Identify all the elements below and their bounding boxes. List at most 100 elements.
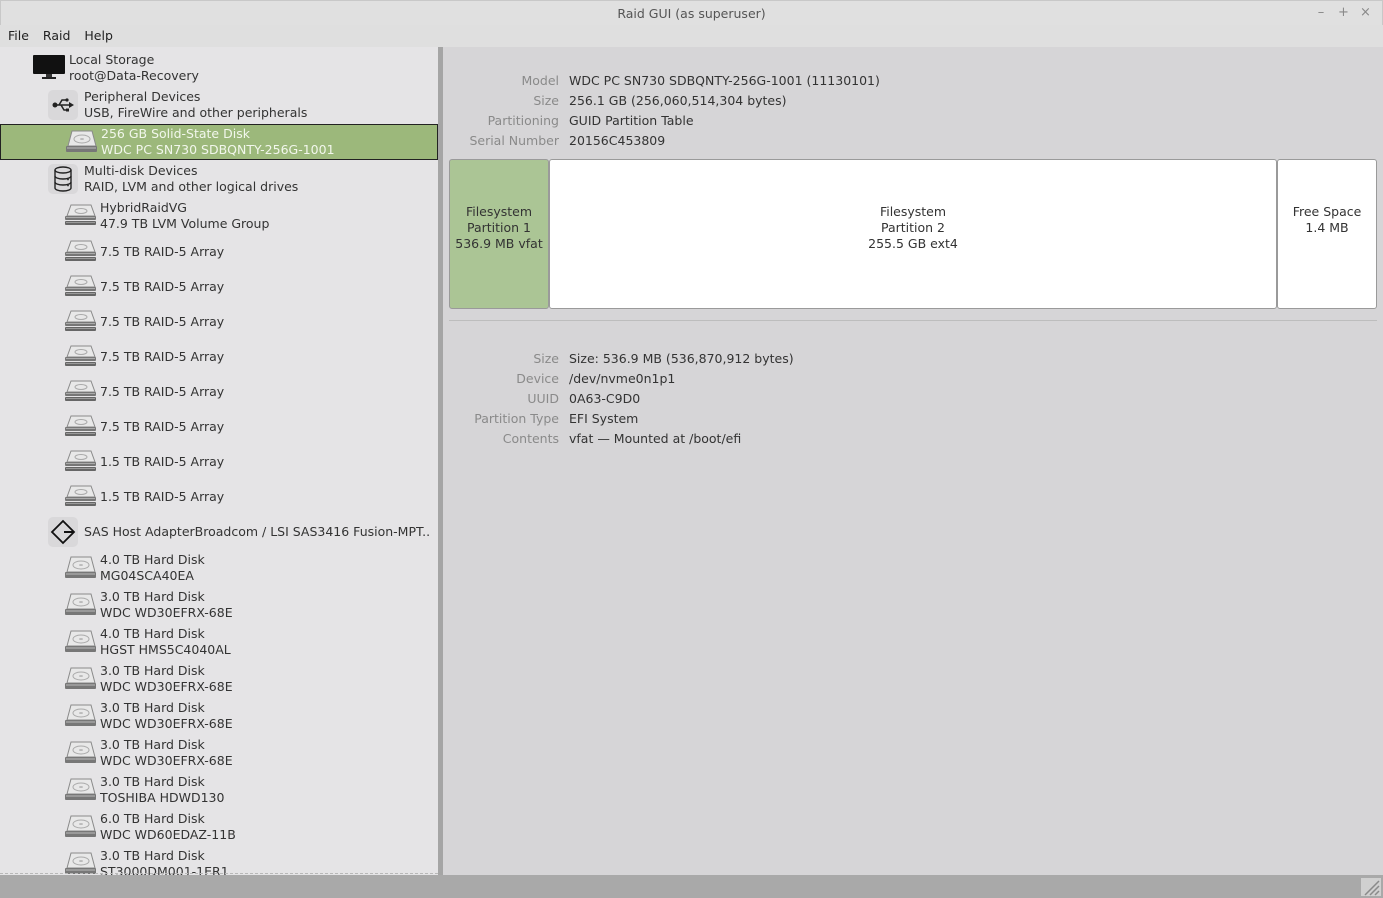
free-space-size: 1.4 MB [1305,220,1349,235]
tree-item[interactable]: 7.5 TB RAID-5 Array [0,307,438,337]
tree-item[interactable]: 1.5 TB RAID-5 Array [0,482,438,512]
tree-item[interactable]: 4.0 TB Hard Disk HGST HMS5C4040AL [0,625,438,659]
volume-ptype-value: EFI System [569,411,639,426]
tree-item[interactable]: 4.0 TB Hard Disk MG04SCA40EA [0,551,438,585]
free-space-block[interactable]: Free Space 1.4 MB [1277,159,1377,309]
tree-item[interactable]: Local Storage root@Data-Recovery [0,51,438,85]
tree-item[interactable]: 256 GB Solid-State Disk WDC PC SN730 SDBQ… [0,124,438,160]
tree-item[interactable]: Peripheral Devices USB, FireWire and othe… [0,88,438,122]
tree-item[interactable]: 7.5 TB RAID-5 Array [0,237,438,267]
tree-item-text: 1.5 TB RAID-5 Array [100,454,224,470]
tree-item-subtitle: 47.9 TB LVM Volume Group [100,216,270,231]
partition-2-block[interactable]: Filesystem Partition 2 255.5 GB ext4 [549,159,1277,309]
partition-1-block[interactable]: Filesystem Partition 1 536.9 MB vfat [449,159,549,309]
tree-item[interactable]: 3.0 TB Hard Disk ST3000DM001-1ER1 [0,847,438,875]
tree-item[interactable]: 3.0 TB Hard Disk WDC WD30EFRX-68E [0,662,438,696]
tree-item[interactable]: HybridRaidVG 47.9 TB LVM Volume Group [0,199,438,233]
tree-item-title: 3.0 TB Hard Disk [100,700,205,715]
tree-item-title: 1.5 TB RAID-5 Array [100,489,225,504]
raid-icon [63,378,100,407]
usb-icon [48,90,84,120]
close-button[interactable]: × [1360,5,1371,20]
raid-icon [63,448,100,477]
partition-1-type: Filesystem [465,204,533,219]
tree-item-text: 7.5 TB RAID-5 Array [100,384,224,400]
tree-item-title: 3.0 TB Hard Disk [100,663,205,678]
drive-serial-value: 20156C453809 [569,133,666,148]
tree-item-subtitle: WDC WD30EFRX-68E [100,753,233,768]
disk-icon [63,776,100,805]
raid-icon [63,308,100,337]
partition-map: Filesystem Partition 1 536.9 MB vfat Fil… [449,159,1377,309]
tree-item-text: 7.5 TB RAID-5 Array [100,279,224,295]
menu-raid[interactable]: Raid [43,25,77,47]
disk-icon [63,813,100,842]
drive-size-value: 256.1 GB (256,060,514,304 bytes) [569,93,787,108]
volume-uuid-label: UUID [527,391,559,406]
volume-contents-label: Contents [502,431,559,446]
status-bar [0,875,1383,898]
tree-item-subtitle: TOSHIBA HDWD130 [100,790,225,805]
tree-item-text: 7.5 TB RAID-5 Array [100,314,224,330]
disk-icon [63,554,100,583]
tree-item-title: SAS Host AdapterBroadcom / LSI SAS3416 F… [84,524,431,539]
partition-2-type: Filesystem [879,204,947,219]
raid-icon [63,343,100,372]
tree-item[interactable]: 7.5 TB RAID-5 Array [0,412,438,442]
drive-partitioning-value: GUID Partition Table [569,113,694,128]
window-title: Raid GUI (as superuser) [617,6,766,21]
tree-item[interactable]: 6.0 TB Hard Disk WDC WD60EDAZ-11B [0,810,438,844]
tree-item-text: 7.5 TB RAID-5 Array [100,419,224,435]
drive-model-label: Model [521,73,559,88]
tree-item[interactable]: 3.0 TB Hard Disk TOSHIBA HDWD130 [0,773,438,807]
tree-item-subtitle: WDC WD60EDAZ-11B [100,827,236,842]
menu-help[interactable]: Help [84,25,120,47]
section-divider [449,320,1377,321]
tree-item[interactable]: 3.0 TB Hard Disk WDC WD30EFRX-68E [0,588,438,622]
volume-device-row: Device /dev/nvme0n1p1 [443,371,675,387]
tree-item[interactable]: 7.5 TB RAID-5 Array [0,342,438,372]
tree-item-title: 3.0 TB Hard Disk [100,589,205,604]
drive-size-row: Size 256.1 GB (256,060,514,304 bytes) [443,93,787,109]
tree-item-title: 256 GB Solid-State Disk [101,126,250,141]
tree-item-title: Local Storage [69,52,155,67]
tree-item[interactable]: 3.0 TB Hard Disk WDC WD30EFRX-68E [0,736,438,770]
tree-item[interactable]: 1.5 TB RAID-5 Array [0,447,438,477]
device-tree: Local Storage root@Data-Recovery Periphera… [0,47,440,875]
tree-item-subtitle: WDC PC SN730 SDBQNTY-256G-1001 [101,142,335,157]
tree-item-subtitle: root@Data-Recovery [69,68,199,83]
database-icon [48,164,84,194]
tree-item-subtitle: WDC WD30EFRX-68E [100,679,233,694]
tree-item-subtitle: HGST HMS5C4040AL [100,642,231,657]
raid-icon [63,202,100,231]
menu-file[interactable]: File [8,25,36,47]
free-space-label: Free Space [1292,204,1362,219]
minimize-button[interactable]: – [1316,5,1326,20]
partition-1-name: Partition 1 [466,220,531,235]
tree-item-text: 7.5 TB RAID-5 Array [100,244,224,260]
tree-item-title: 7.5 TB RAID-5 Array [100,384,225,399]
maximize-button[interactable]: + [1338,5,1349,20]
volume-contents-row: Contents vfat — Mounted at /boot/efi [443,431,741,447]
tree-item[interactable]: 7.5 TB RAID-5 Array [0,377,438,407]
tree-item[interactable]: SAS Host AdapterBroadcom / LSI SAS3416 F… [0,514,438,550]
disk-icon [63,850,100,876]
tree-item-title: HybridRaidVG [100,200,187,215]
tree-item-title: Peripheral Devices [84,89,201,104]
menu-bar: File Raid Help [0,25,1383,47]
tree-item-text: 3.0 TB Hard Disk WDC WD30EFRX-68E [100,589,233,621]
tree-item[interactable]: Multi-disk Devices RAID, LVM and other lo… [0,162,438,196]
tree-item-title: 4.0 TB Hard Disk [100,552,205,567]
tree-item-text: 3.0 TB Hard Disk TOSHIBA HDWD130 [100,774,224,806]
tree-item[interactable]: 7.5 TB RAID-5 Array [0,272,438,302]
tree-item-subtitle: WDC WD30EFRX-68E [100,605,233,620]
tree-item[interactable]: 3.0 TB Hard Disk WDC WD30EFRX-68E [0,699,438,733]
volume-ptype-row: Partition Type EFI System [443,411,638,427]
tree-item-text: 3.0 TB Hard Disk WDC WD30EFRX-68E [100,700,233,732]
volume-size-row: Size Size: 536.9 MB (536,870,912 bytes) [443,351,793,367]
tree-item-title: 4.0 TB Hard Disk [100,626,205,641]
drive-serial-row: Serial Number 20156C453809 [443,133,665,149]
tree-item-title: 7.5 TB RAID-5 Array [100,279,225,294]
resize-grip-icon[interactable] [1361,878,1381,896]
tree-item-text: 1.5 TB RAID-5 Array [100,489,224,505]
